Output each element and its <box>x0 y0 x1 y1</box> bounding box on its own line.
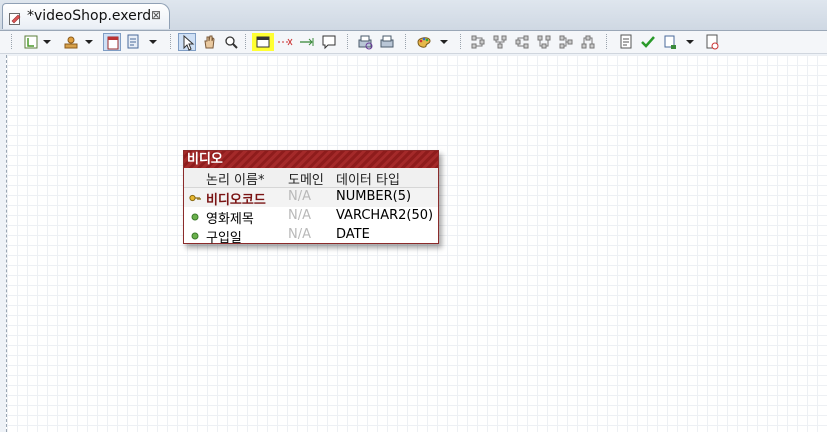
print-preview-icon[interactable] <box>356 33 374 51</box>
report-icon[interactable] <box>617 33 635 51</box>
align-bottom-icon[interactable] <box>579 33 597 51</box>
attribute-row[interactable]: 비디오코드 N/A NUMBER(5) <box>184 188 438 208</box>
attribute-name: 구입일 <box>206 231 242 246</box>
align-center-icon[interactable] <box>491 33 509 51</box>
tab-title: *videoShop.exerd <box>27 8 152 24</box>
attribute-icon <box>191 213 199 221</box>
attribute-name: 비디오코드 <box>206 193 266 208</box>
hand-icon[interactable] <box>200 33 218 51</box>
chevron-down-icon[interactable] <box>84 33 94 51</box>
column-header-logical-name: 논리 이름* <box>206 173 265 188</box>
entity-column-headers: 논리 이름* 도메인 데이터 타입 <box>184 168 438 188</box>
note-icon[interactable] <box>320 33 338 51</box>
attribute-icon <box>191 232 199 240</box>
toolbar-separator <box>405 34 406 50</box>
attribute-row[interactable]: 영화제목 N/A VARCHAR2(50) <box>184 207 438 227</box>
column-header-data-type: 데이터 타입 <box>336 173 400 188</box>
erd-file-icon <box>9 10 22 25</box>
primary-key-icon <box>189 194 201 202</box>
toolbar-separator <box>170 34 171 50</box>
generate-icon[interactable] <box>661 33 679 51</box>
attribute-type: DATE <box>336 227 370 242</box>
chevron-down-icon[interactable] <box>685 33 695 51</box>
chevron-down-icon[interactable] <box>148 33 158 51</box>
toolbar-grip <box>11 34 12 50</box>
close-icon[interactable]: ⊠ <box>150 9 162 21</box>
entity-box[interactable]: 비디오 논리 이름* 도메인 데이터 타입 비디오코드 N/A NUMBER(5… <box>183 150 439 246</box>
toolbar-separator <box>460 34 461 50</box>
column-header-domain: 도메인 <box>288 173 324 188</box>
diagram-toolbar <box>0 31 827 54</box>
notation-icon[interactable] <box>103 33 121 51</box>
attribute-domain: N/A <box>288 189 311 204</box>
align-right-icon[interactable] <box>513 33 531 51</box>
identifying-relationship-icon[interactable] <box>298 33 316 51</box>
chevron-down-icon[interactable] <box>42 33 52 51</box>
validate-icon[interactable] <box>639 33 657 51</box>
palette-icon[interactable] <box>415 33 433 51</box>
toolbar-separator <box>606 34 607 50</box>
attribute-type: NUMBER(5) <box>336 189 412 204</box>
relationship-icon[interactable] <box>276 33 294 51</box>
attribute-row[interactable]: 구입일 N/A DATE <box>184 226 438 246</box>
align-left-icon[interactable] <box>469 33 487 51</box>
attribute-type: VARCHAR2(50) <box>336 208 434 223</box>
align-middle-icon[interactable] <box>557 33 575 51</box>
layout-icon[interactable] <box>22 33 40 51</box>
attribute-domain: N/A <box>288 208 311 223</box>
zoom-icon[interactable] <box>222 33 240 51</box>
attribute-name: 영화제목 <box>206 212 254 227</box>
stamp-icon[interactable] <box>62 33 80 51</box>
select-arrow-icon[interactable] <box>178 33 196 51</box>
align-top-icon[interactable] <box>535 33 553 51</box>
print-icon[interactable] <box>378 33 396 51</box>
toolbar-separator <box>347 34 348 50</box>
attribute-domain: N/A <box>288 227 311 242</box>
editor-tab[interactable]: *videoShop.exerd ⊠ <box>2 3 170 29</box>
toolbar-separator <box>245 34 246 50</box>
page-icon[interactable] <box>124 33 142 51</box>
chevron-down-icon[interactable] <box>439 33 449 51</box>
entity-title[interactable]: 비디오 <box>184 151 438 168</box>
entity-icon[interactable] <box>252 33 274 51</box>
editor-tab-bar: *videoShop.exerd ⊠ <box>0 0 827 31</box>
settings-icon[interactable] <box>703 33 721 51</box>
